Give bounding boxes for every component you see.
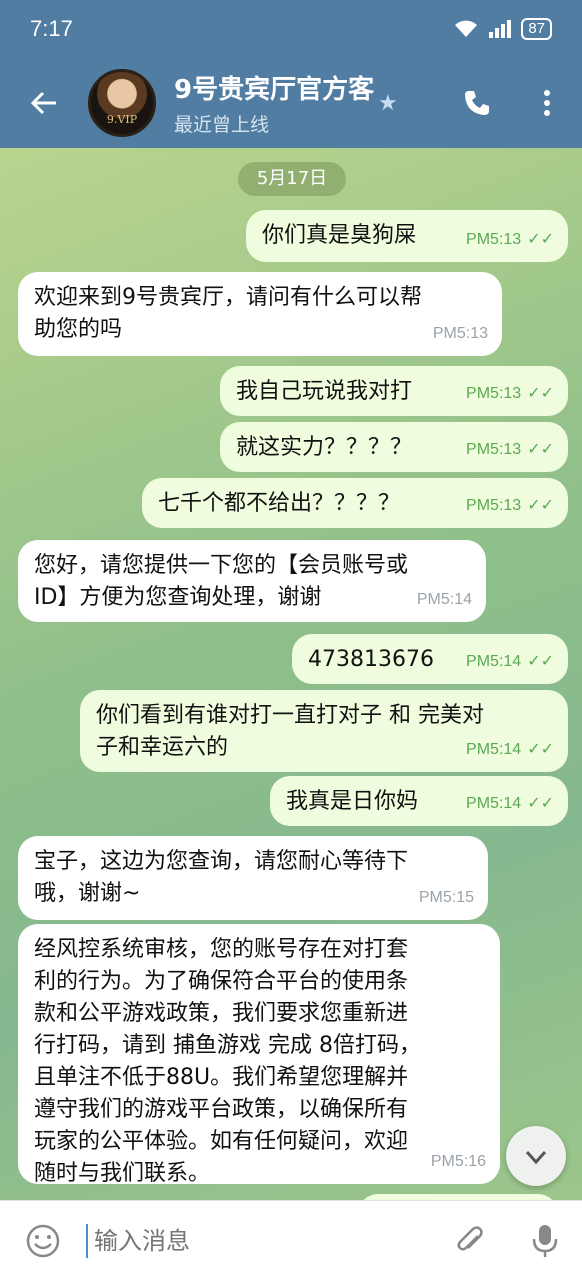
attach-button[interactable] xyxy=(434,1201,508,1280)
star-icon: ★ xyxy=(378,90,398,116)
smile-icon xyxy=(26,1224,60,1257)
message-time: PM5:13 xyxy=(466,441,522,458)
message-text: 你们真是臭狗屎 xyxy=(262,223,417,248)
chat-status: 最近曾上线 xyxy=(174,114,270,136)
scroll-down-button[interactable] xyxy=(506,1126,566,1186)
message-time: PM5:13 xyxy=(432,325,488,342)
message-text: 欢迎来到9号贵宾厅，请问有什么可以帮 助您的吗 xyxy=(34,285,422,342)
message-text: 你们看到有谁对打一直打对子 和 完美对 子和幸运六的 xyxy=(96,703,484,760)
double-check-icon: ✓✓ xyxy=(527,795,554,812)
clock: 7:17 xyxy=(30,16,73,41)
message-bubble[interactable]: 欢迎来到9号贵宾厅，请问有什么可以帮 助您的吗 PM5:13 xyxy=(18,272,502,356)
more-vertical-icon xyxy=(544,90,550,116)
message-time: PM5:16 xyxy=(430,1153,486,1170)
avatar-label: 9.VIP xyxy=(106,113,138,126)
message-text: 七千个都不给出？？？？ xyxy=(158,491,401,516)
double-check-icon: ✓✓ xyxy=(527,741,554,758)
call-button[interactable] xyxy=(442,58,512,148)
message-text: 就这实力？？？？ xyxy=(236,435,413,460)
chat-title: 9号贵宾厅官方客 xyxy=(174,75,374,105)
message-time: PM5:14 xyxy=(466,741,522,758)
phone-icon xyxy=(465,91,489,115)
avatar[interactable]: 9.VIP xyxy=(88,69,156,137)
arrow-left-icon xyxy=(30,91,56,115)
message-text: 我真是日你妈 xyxy=(286,789,419,814)
message-bubble[interactable]: 你们看到有谁对打一直打对子 和 完美对 子和幸运六的 PM5:14 ✓✓ xyxy=(80,690,568,772)
paperclip-icon xyxy=(457,1225,483,1251)
double-check-icon: ✓✓ xyxy=(527,441,554,458)
message-text: 我自己玩说我对打 xyxy=(236,379,413,404)
message-list[interactable]: 5月17日 你们真是臭狗屎 PM5:13 ✓✓ 欢迎来到9号贵宾厅，请问有什么可以… xyxy=(0,148,582,1200)
battery-indicator: 87 xyxy=(521,18,552,40)
double-check-icon: ✓✓ xyxy=(527,231,554,248)
message-text: 经风控系统审核，您的账号存在对打套 利的行为。为了确保符合平台的使用条 款和公平… xyxy=(34,937,421,1186)
message-time: PM5:14 xyxy=(466,795,522,812)
chat-header: 9.VIP 9号贵宾厅官方客 最近曾上线 ★ xyxy=(0,58,582,148)
message-time: PM5:15 xyxy=(418,889,474,906)
message-composer xyxy=(0,1200,582,1280)
message-bubble[interactable]: 经风控系统审核，您的账号存在对打套 利的行为。为了确保符合平台的使用条 款和公平… xyxy=(18,924,500,1186)
message-input[interactable] xyxy=(86,1223,434,1258)
message-bubble[interactable]: 你们真是臭狗屎 PM5:13 ✓✓ xyxy=(246,210,568,262)
message-bubble[interactable]: 就这实力？？？？ PM5:13 ✓✓ xyxy=(220,422,568,472)
message-time: PM5:14 xyxy=(466,653,522,670)
message-bubble[interactable]: 473813676 PM5:14 ✓✓ xyxy=(292,634,568,684)
message-text: 宝子，这边为您查询，请您耐心等待下 哦，谢谢~ xyxy=(34,849,409,906)
message-bubble[interactable]: 七千个都不给出？？？？ PM5:13 ✓✓ xyxy=(142,478,568,528)
message-bubble[interactable]: 我真是日你妈 PM5:14 ✓✓ xyxy=(270,776,568,826)
message-text: 473813676 xyxy=(308,647,434,672)
message-time: PM5:13 xyxy=(466,231,522,248)
emoji-button[interactable] xyxy=(0,1201,86,1280)
message-time: PM5:13 xyxy=(466,385,522,402)
chat-title-block[interactable]: 9号贵宾厅官方客 最近曾上线 xyxy=(174,69,374,137)
status-bar: 7:17 87 xyxy=(0,0,582,58)
message-text: 您好，请您提供一下您的【会员账号或 ID】方便为您查询处理，谢谢 xyxy=(34,553,409,610)
message-time: PM5:14 xyxy=(416,591,472,608)
signal-icon xyxy=(489,20,512,38)
double-check-icon: ✓✓ xyxy=(527,385,554,402)
date-separator: 5月17日 xyxy=(238,162,346,196)
message-bubble[interactable]: 您好，请您提供一下您的【会员账号或 ID】方便为您查询处理，谢谢 PM5:14 xyxy=(18,540,486,622)
message-bubble[interactable]: 我自己玩说我对打 PM5:13 ✓✓ xyxy=(220,366,568,416)
double-check-icon: ✓✓ xyxy=(527,653,554,670)
voice-button[interactable] xyxy=(508,1201,582,1280)
double-check-icon: ✓✓ xyxy=(527,497,554,514)
message-time: PM5:13 xyxy=(466,497,522,514)
wifi-icon xyxy=(455,20,478,37)
more-button[interactable] xyxy=(512,58,582,148)
microphone-icon xyxy=(532,1224,558,1257)
message-bubble[interactable]: 宝子，这边为您查询，请您耐心等待下 哦，谢谢~ PM5:15 xyxy=(18,836,488,920)
chevron-down-icon xyxy=(525,1150,547,1165)
back-button[interactable] xyxy=(0,58,88,148)
